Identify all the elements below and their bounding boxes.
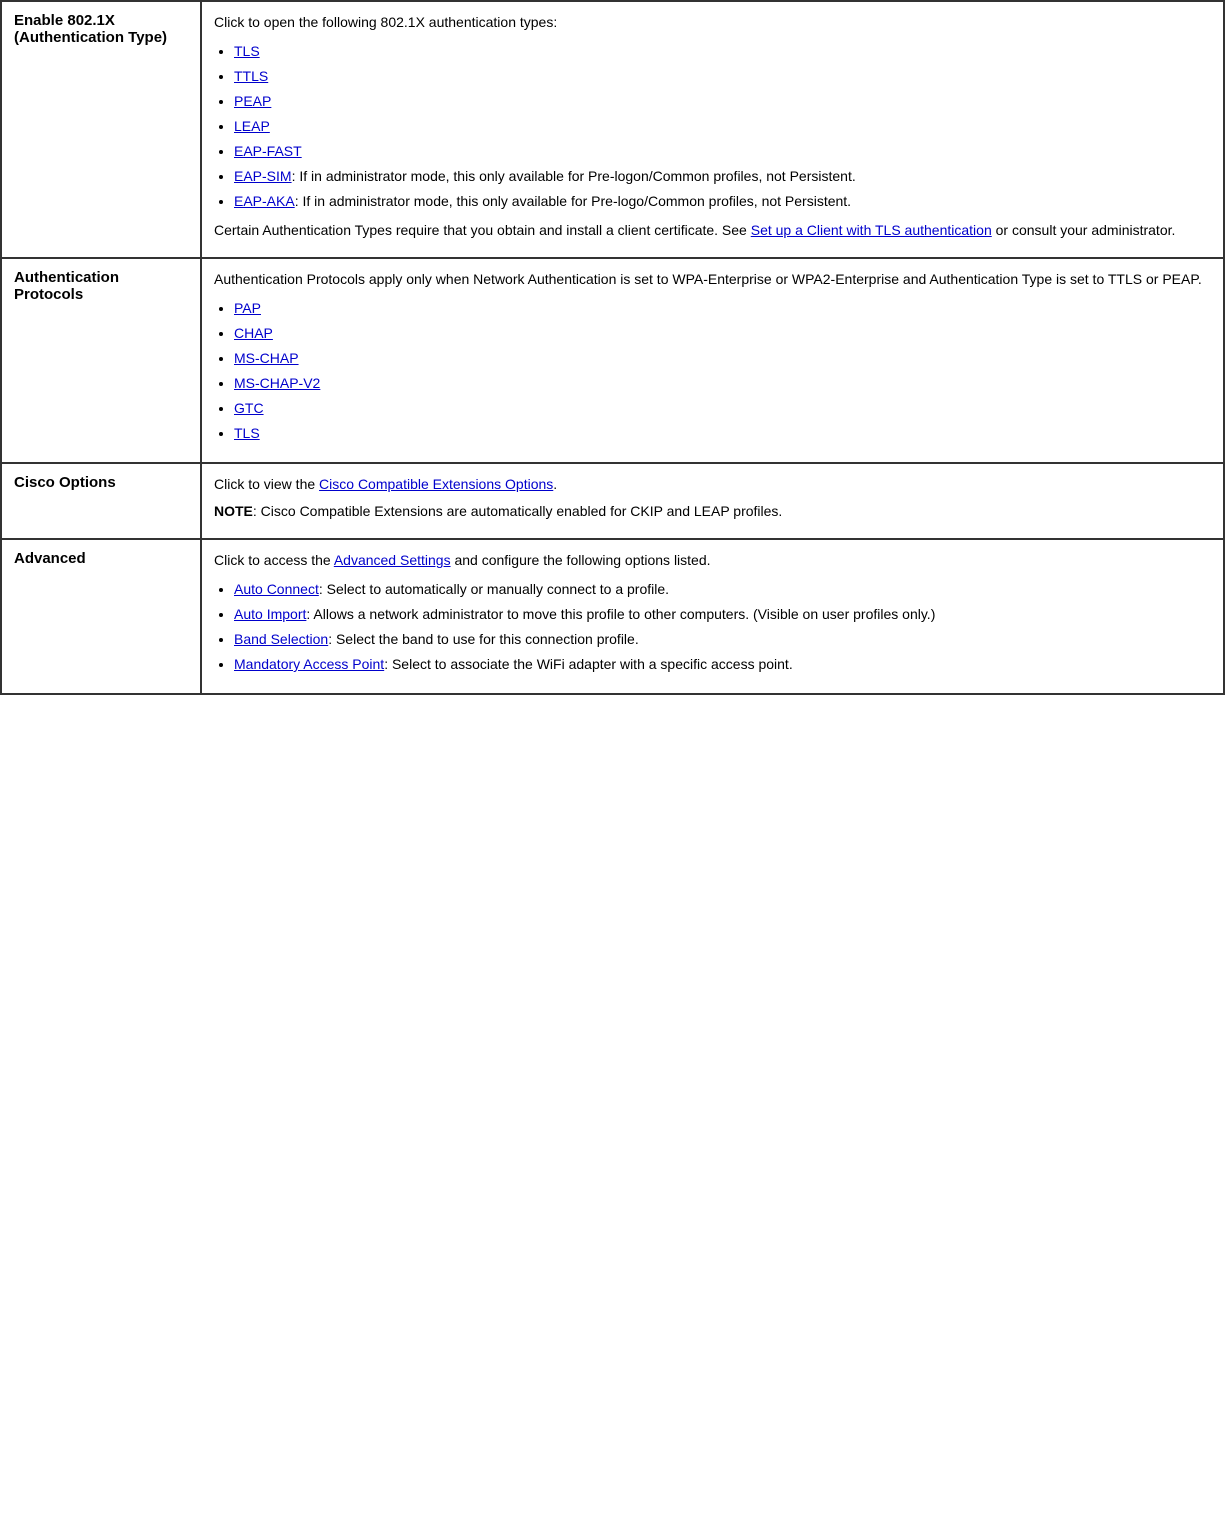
link-cisco-ext[interactable]: Cisco Compatible Extensions Options [319,476,553,492]
list-enable-8021x: TLS TTLS PEAP LEAP EAP-FAST EAP-SIM: If … [234,41,1211,212]
link-peap[interactable]: PEAP [234,93,271,109]
link-tls-setup[interactable]: Set up a Client with TLS authentication [751,222,992,238]
label-text-cisco-options: Cisco Options [14,474,116,491]
link-band-selection[interactable]: Band Selection [234,631,328,647]
link-ms-chap[interactable]: MS-CHAP [234,350,299,366]
row-advanced: Advanced Click to access the Advanced Se… [1,539,1224,694]
list-item: CHAP [234,323,1211,344]
row-enable-8021x: Enable 802.1X(Authentication Type) Click… [1,1,1224,258]
link-auto-import[interactable]: Auto Import [234,606,306,622]
link-ms-chap-v2[interactable]: MS-CHAP-V2 [234,375,320,391]
note-cisco-options: NOTE: Cisco Compatible Extensions are au… [214,501,1211,522]
link-auto-connect[interactable]: Auto Connect [234,581,319,597]
list-item: MS-CHAP-V2 [234,373,1211,394]
link-advanced-settings[interactable]: Advanced Settings [334,552,451,568]
list-item: LEAP [234,116,1211,137]
footer-enable-8021x: Certain Authentication Types require tha… [214,220,1211,241]
desc-cisco-options: Click to view the Cisco Compatible Exten… [201,463,1224,539]
eap-aka-extra: : If in administrator mode, this only av… [295,193,851,209]
label-enable-8021x: Enable 802.1X(Authentication Type) [1,1,201,258]
label-text-enable-8021x: Enable 802.1X(Authentication Type) [14,12,167,46]
label-auth-protocols: AuthenticationProtocols [1,258,201,463]
link-chap[interactable]: CHAP [234,325,273,341]
link-eap-sim[interactable]: EAP-SIM [234,168,292,184]
list-item: Band Selection: Select the band to use f… [234,629,1211,650]
band-selection-extra: : Select the band to use for this connec… [328,631,639,647]
link-eap-fast[interactable]: EAP-FAST [234,143,302,159]
list-item: Auto Import: Allows a network administra… [234,604,1211,625]
link-ttls[interactable]: TTLS [234,68,268,84]
list-item: Mandatory Access Point: Select to associ… [234,654,1211,675]
list-auth-protocols: PAP CHAP MS-CHAP MS-CHAP-V2 GTC TLS [234,298,1211,444]
intro-enable-8021x: Click to open the following 802.1X authe… [214,12,1211,33]
list-item: MS-CHAP [234,348,1211,369]
list-item: PEAP [234,91,1211,112]
list-advanced: Auto Connect: Select to automatically or… [234,579,1211,675]
link-eap-aka[interactable]: EAP-AKA [234,193,295,209]
note-label: NOTE [214,503,253,519]
row-auth-protocols: AuthenticationProtocols Authentication P… [1,258,1224,463]
desc-advanced: Click to access the Advanced Settings an… [201,539,1224,694]
label-text-auth-protocols: AuthenticationProtocols [14,269,119,303]
intro-advanced: Click to access the Advanced Settings an… [214,550,1211,571]
row-cisco-options: Cisco Options Click to view the Cisco Co… [1,463,1224,539]
list-item: GTC [234,398,1211,419]
list-item: EAP-SIM: If in administrator mode, this … [234,166,1211,187]
label-advanced: Advanced [1,539,201,694]
auto-connect-extra: : Select to automatically or manually co… [319,581,669,597]
auto-import-extra: : Allows a network administrator to move… [306,606,935,622]
link-mandatory-ap[interactable]: Mandatory Access Point [234,656,384,672]
list-item: EAP-AKA: If in administrator mode, this … [234,191,1211,212]
mandatory-ap-extra: : Select to associate the WiFi adapter w… [384,656,793,672]
link-leap[interactable]: LEAP [234,118,270,134]
link-pap[interactable]: PAP [234,300,261,316]
list-item: TLS [234,41,1211,62]
link-tls[interactable]: TLS [234,43,260,59]
list-item: Auto Connect: Select to automatically or… [234,579,1211,600]
list-item: TTLS [234,66,1211,87]
desc-enable-8021x: Click to open the following 802.1X authe… [201,1,1224,258]
desc-auth-protocols: Authentication Protocols apply only when… [201,258,1224,463]
list-item: EAP-FAST [234,141,1211,162]
label-text-advanced: Advanced [14,550,86,567]
list-item: TLS [234,423,1211,444]
eap-sim-extra: : If in administrator mode, this only av… [292,168,856,184]
list-item: PAP [234,298,1211,319]
link-tls-proto[interactable]: TLS [234,425,260,441]
link-gtc[interactable]: GTC [234,400,264,416]
intro-cisco-options: Click to view the Cisco Compatible Exten… [214,474,1211,495]
label-cisco-options: Cisco Options [1,463,201,539]
intro-auth-protocols: Authentication Protocols apply only when… [214,269,1211,290]
